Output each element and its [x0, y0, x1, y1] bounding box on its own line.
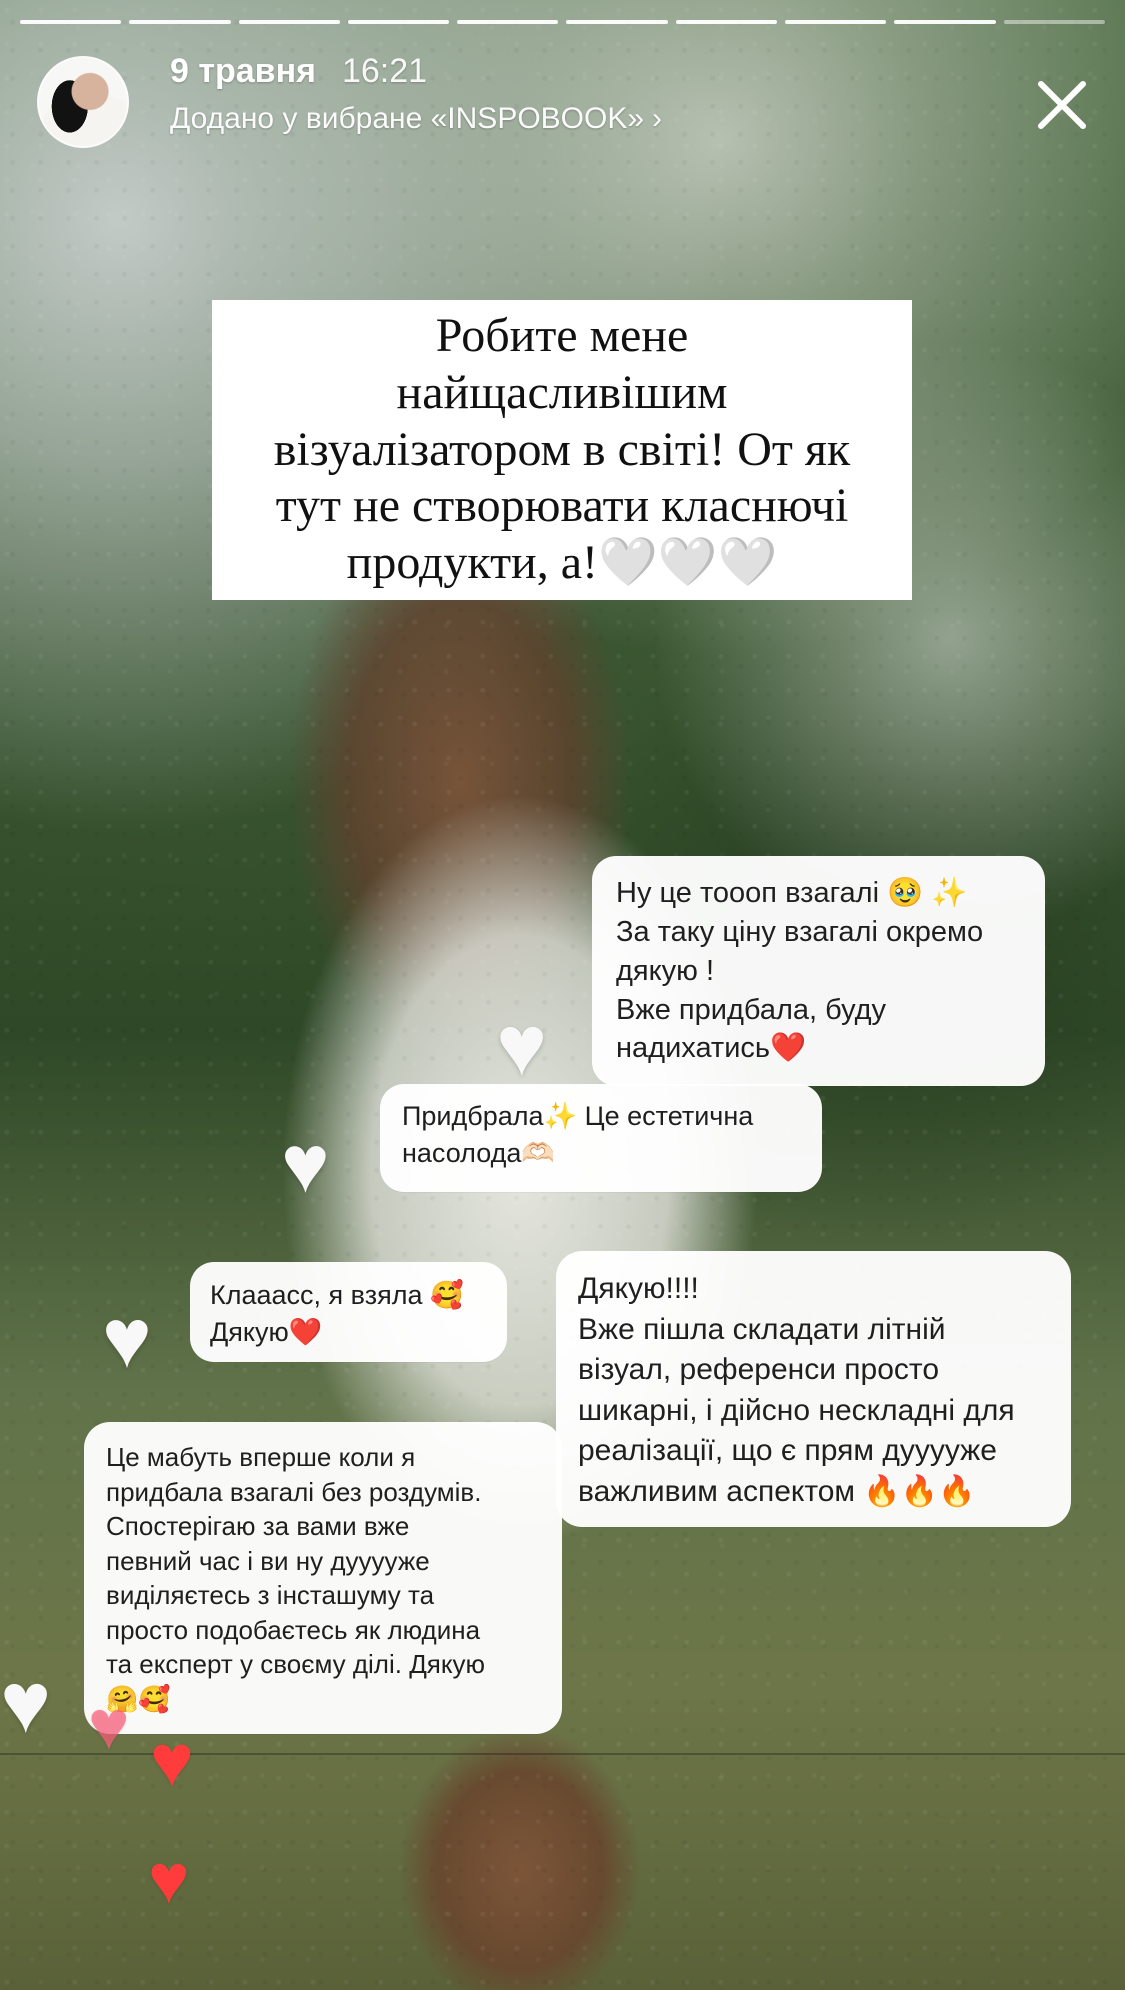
progress-segment	[894, 20, 996, 24]
red-heart-icon: ♥	[148, 1840, 190, 1918]
story-date: 9 травня	[170, 52, 316, 90]
story-time: 16:21	[341, 52, 428, 90]
date-time-row: 9 травня 16:21	[170, 52, 662, 90]
progress-segment	[20, 20, 122, 24]
progress-segment	[675, 20, 778, 24]
red-heart-icon: ♥	[150, 1719, 194, 1802]
story-header: 9 травня 16:21 Додано у вибране «INSPOBO…	[170, 52, 662, 136]
progress-segment	[566, 20, 668, 24]
white-heart-icon: ♥	[102, 1291, 152, 1385]
progress-segment	[238, 20, 340, 24]
heart-icon: ♥	[88, 1686, 130, 1764]
progress-segment	[347, 20, 450, 24]
story-title: Робите мене найщасливішим візуалізатором…	[273, 309, 851, 589]
white-heart-icon: ♥	[496, 998, 548, 1094]
favorite-text: Додано у вибране «INSPOBOOK»	[170, 102, 645, 136]
close-icon	[1038, 81, 1086, 129]
message-bubble: Придбрала✨ Це естетична насолода🫶🏻	[380, 1084, 822, 1192]
avatar[interactable]	[37, 56, 129, 148]
story-title-card: Робите мене найщасливішим візуалізатором…	[212, 300, 912, 600]
progress-segment	[129, 20, 231, 24]
white-heart-icon: ♥	[0, 1655, 52, 1751]
white-heart-icon: ♥	[281, 1119, 330, 1210]
favorite-link[interactable]: Додано у вибране «INSPOBOOK» ›	[170, 102, 662, 136]
message-bubble: Клааасс, я взяла 🥰 Дякую❤️	[190, 1262, 507, 1362]
progress-segment	[457, 20, 559, 24]
close-button[interactable]	[1027, 70, 1097, 140]
story-progress	[20, 20, 1105, 24]
message-bubble: Дякую!!!! Вже пішла складати літній візу…	[556, 1251, 1071, 1527]
message-bubble: Це мабуть вперше коли я придбала взагалі…	[84, 1422, 562, 1734]
chevron-right-icon: ›	[652, 102, 663, 136]
progress-segment	[1003, 20, 1105, 24]
message-bubble: Ну це тоооп взагалі 🥹 ✨ За таку ціну вза…	[592, 856, 1045, 1086]
progress-segment	[785, 20, 887, 24]
